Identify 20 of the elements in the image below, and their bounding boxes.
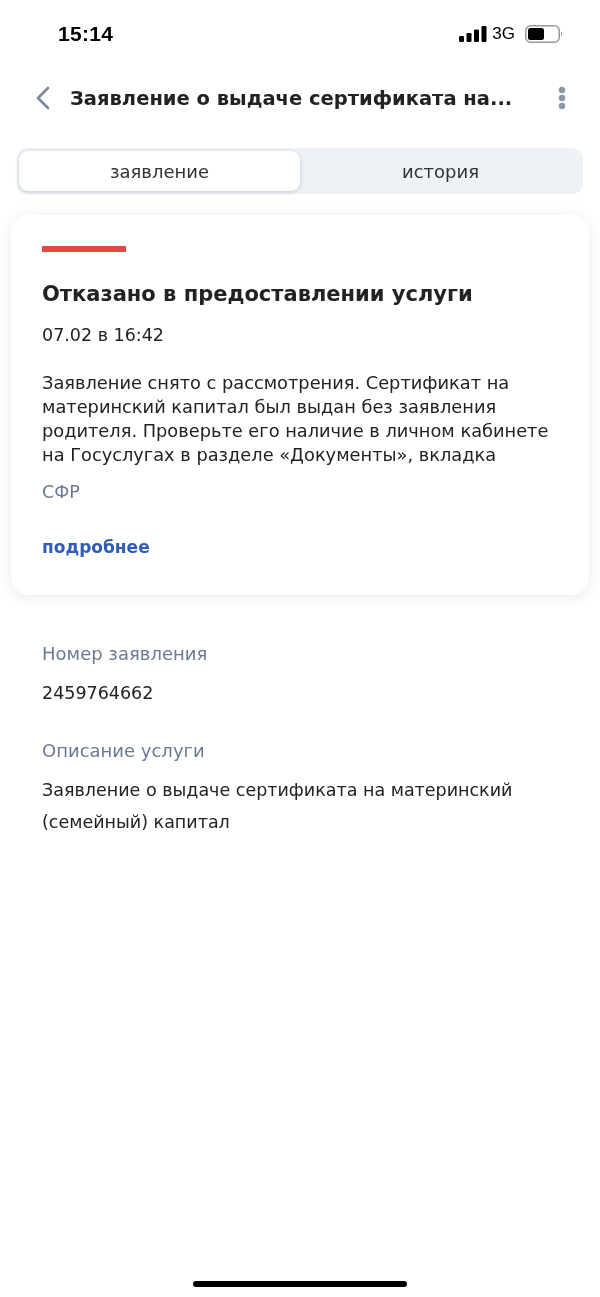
page-title: Заявление о выдаче сертификата на... [70, 86, 514, 110]
status-heading: Отказано в предоставлении услуги [42, 281, 474, 308]
status-date: 07.02 в 16:42 [42, 324, 165, 347]
back-chevron-icon [35, 86, 50, 110]
field-value: 2459764662 [42, 682, 155, 705]
more-details-link[interactable]: подробнее [42, 535, 150, 559]
more-icon [558, 86, 566, 110]
network-type: 3G [492, 24, 515, 44]
field-label: Описание услуги [42, 739, 206, 763]
battery-icon [525, 25, 564, 43]
status-time: 15:14 [58, 22, 114, 46]
signal-icon [459, 26, 488, 42]
department-label: СФР [42, 481, 81, 504]
field-value: Заявление о выдаче сертификата на материнский (семейный) капитал [42, 779, 514, 834]
status-message: Заявление снято с рассмотрения. Сертификат на материнский капитал был выдан без заявления родителя. Проверьте его наличие в личном кабинете на Госуслугах в разделе «Документы», вкладка [42, 371, 550, 467]
more-button[interactable] [558, 86, 566, 110]
tab[interactable]: заявление [19, 151, 300, 191]
tab[interactable]: история [300, 151, 581, 191]
back-button[interactable] [35, 86, 50, 110]
field-label: Номер заявления [42, 642, 209, 666]
